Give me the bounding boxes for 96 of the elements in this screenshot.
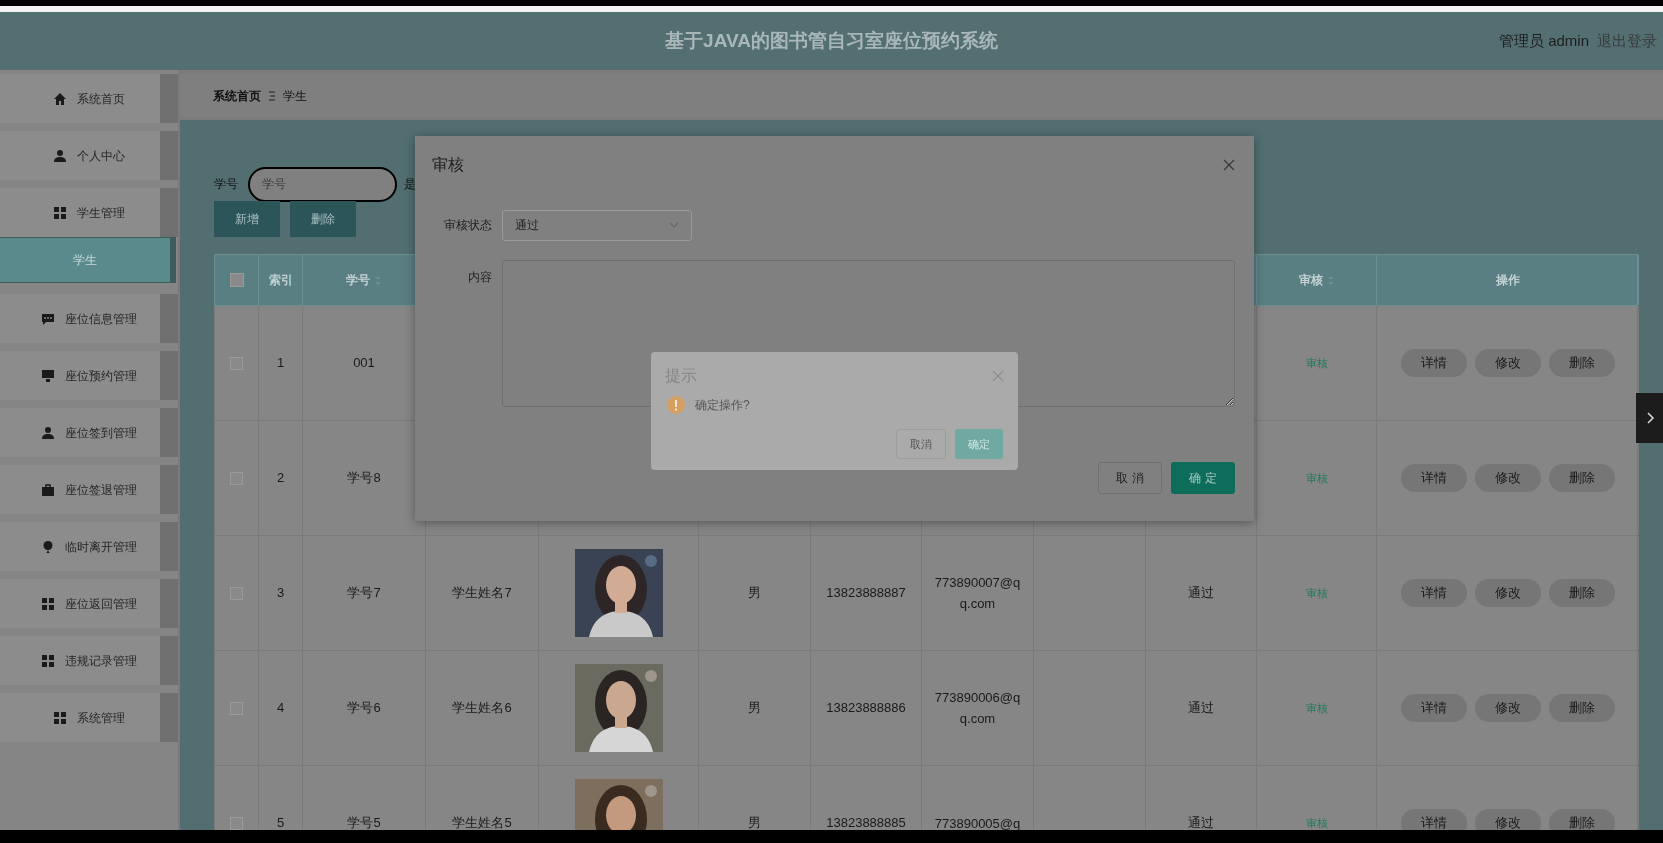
table-cell-text: 通过 bbox=[1188, 699, 1214, 718]
column-header[interactable]: 学号 bbox=[346, 271, 382, 289]
action-button[interactable]: 修改 bbox=[1474, 694, 1541, 722]
table-cell-text: 学号7 bbox=[347, 584, 381, 603]
checkbox[interactable] bbox=[230, 816, 243, 830]
action-button[interactable]: 修改 bbox=[1474, 579, 1541, 607]
table-cell-text: 13823888886 bbox=[826, 699, 906, 718]
cancel-button[interactable]: 取消 bbox=[896, 429, 946, 459]
chevron-right-icon bbox=[1645, 412, 1654, 424]
home-icon bbox=[53, 91, 67, 106]
breadcrumb-link[interactable]: 系统首页 bbox=[213, 86, 261, 105]
close-button[interactable] bbox=[1222, 158, 1236, 172]
action-button[interactable]: 修改 bbox=[1474, 809, 1541, 830]
column-header: 索引 bbox=[268, 272, 293, 289]
breadcrumb-current: 学生 bbox=[283, 87, 307, 105]
sidebar-item[interactable]: 系统管理 bbox=[0, 693, 178, 742]
close-button[interactable] bbox=[992, 370, 1004, 382]
table-cell-text: 001 bbox=[353, 354, 375, 373]
side-toggle-button[interactable] bbox=[1636, 393, 1663, 443]
separator-icon bbox=[269, 90, 275, 101]
field-label: 内容 bbox=[467, 269, 492, 286]
table-cell-text: 学号8 bbox=[347, 469, 381, 488]
action-button[interactable]: 删除 bbox=[1548, 464, 1615, 492]
confirm-button[interactable]: 确 定 bbox=[1171, 462, 1235, 494]
monitor-icon bbox=[41, 368, 55, 383]
table-cell-text: 13823888885 bbox=[826, 814, 906, 830]
table-cell-text: 773890005@q bbox=[933, 814, 1022, 830]
dialog-title: 审核 bbox=[432, 155, 464, 175]
select-field[interactable]: 通过 bbox=[502, 209, 692, 241]
dialog-message: 确定操作? bbox=[695, 397, 750, 414]
table-cell-text: 男 bbox=[748, 584, 761, 603]
sidebar-item[interactable]: 学生管理 bbox=[0, 188, 178, 237]
cancel-button[interactable]: 取 消 bbox=[1098, 462, 1162, 494]
table-cell-text: 5 bbox=[276, 814, 285, 830]
user-icon bbox=[53, 148, 67, 163]
chat-icon bbox=[41, 311, 55, 326]
warning-icon bbox=[667, 396, 685, 414]
field-label: 审核状态 bbox=[443, 217, 492, 234]
toolbar-button[interactable]: 新增 bbox=[214, 201, 280, 237]
balloon-icon bbox=[41, 539, 55, 554]
field-label: 是 bbox=[404, 176, 416, 193]
grid-icon bbox=[41, 596, 55, 611]
user-icon bbox=[41, 425, 55, 440]
sidebar-item[interactable]: 违规记录管理 bbox=[0, 636, 178, 685]
checkbox[interactable] bbox=[229, 273, 244, 287]
table-cell-text: 学生姓名5 bbox=[452, 814, 512, 830]
app-title: 基于JAVA的图书管自习室座位预约系统 bbox=[665, 28, 998, 53]
table-cell-text: 男 bbox=[748, 814, 761, 830]
sidebar-item[interactable]: 座位信息管理 bbox=[0, 294, 178, 343]
table-cell-text: 3 bbox=[276, 584, 285, 603]
action-button[interactable]: 详情 bbox=[1400, 349, 1467, 377]
sidebar-item[interactable]: 个人中心 bbox=[0, 131, 178, 180]
table-cell-text: 学生姓名7 bbox=[452, 584, 512, 603]
action-button[interactable]: 详情 bbox=[1400, 464, 1467, 492]
sidebar-item[interactable]: 座位签到管理 bbox=[0, 408, 178, 457]
action-button[interactable]: 详情 bbox=[1400, 694, 1467, 722]
action-button[interactable]: 删除 bbox=[1548, 694, 1615, 722]
chevron-down-icon bbox=[669, 222, 679, 228]
column-header[interactable]: 审核 bbox=[1298, 271, 1335, 289]
action-button[interactable]: 修改 bbox=[1474, 349, 1541, 377]
table-cell-text: 通过 bbox=[1188, 584, 1214, 603]
grid-icon bbox=[53, 710, 67, 725]
table-cell-text: 13823888887 bbox=[826, 584, 906, 603]
grid-icon bbox=[53, 205, 67, 220]
sidebar-item[interactable]: 系统首页 bbox=[0, 74, 178, 123]
action-button[interactable]: 删除 bbox=[1548, 349, 1615, 377]
close-icon bbox=[1222, 158, 1236, 172]
table-cell-text: 2 bbox=[276, 469, 285, 488]
table-cell-text: 学号5 bbox=[347, 814, 381, 830]
table-cell-text: 学生姓名6 bbox=[452, 699, 512, 718]
sidebar-item[interactable]: 座位签退管理 bbox=[0, 465, 178, 514]
search-field[interactable]: 学号 bbox=[248, 166, 397, 202]
confirm-button[interactable]: 确定 bbox=[955, 429, 1003, 459]
field-label: 学号 bbox=[214, 176, 238, 193]
toolbar-button[interactable]: 删除 bbox=[290, 201, 356, 237]
action-button[interactable]: 删除 bbox=[1548, 809, 1615, 830]
table-cell-text: 1 bbox=[276, 354, 285, 373]
action-button[interactable]: 详情 bbox=[1400, 809, 1467, 830]
column-header: 操作 bbox=[1495, 272, 1520, 289]
action-button[interactable]: 删除 bbox=[1548, 579, 1615, 607]
sidebar-item[interactable]: 座位预约管理 bbox=[0, 351, 178, 400]
user-label: 管理员 admin bbox=[1498, 30, 1589, 51]
sidebar-subitem[interactable]: 学生 bbox=[0, 237, 176, 283]
briefcase-icon bbox=[41, 482, 55, 497]
grid-icon bbox=[41, 653, 55, 668]
close-icon bbox=[992, 370, 1004, 382]
table-cell-text: 男 bbox=[748, 699, 761, 718]
sidebar-item[interactable]: 临时离开管理 bbox=[0, 522, 178, 571]
sidebar-item[interactable]: 座位返回管理 bbox=[0, 579, 178, 628]
table-cell-text: 通过 bbox=[1188, 814, 1214, 830]
action-button[interactable]: 修改 bbox=[1474, 464, 1541, 492]
table-cell-text: 学号6 bbox=[347, 699, 381, 718]
table-cell-text: 773890006@qq.com bbox=[933, 689, 1022, 728]
table-cell-text: 4 bbox=[276, 699, 285, 718]
action-button[interactable]: 详情 bbox=[1400, 579, 1467, 607]
table-cell-text: 773890007@qq.com bbox=[933, 574, 1022, 613]
